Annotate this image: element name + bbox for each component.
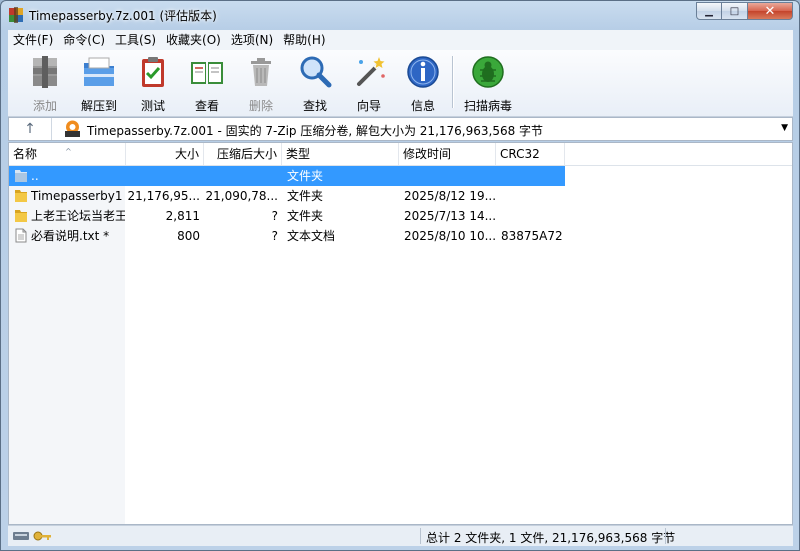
find-label: 查找 [302, 99, 327, 113]
toolbar-separator [452, 56, 454, 108]
add-button[interactable]: 添加 [18, 54, 72, 113]
add-label: 添加 [32, 99, 57, 113]
file-type: 文本文档 [287, 229, 336, 243]
list-item[interactable]: .. 文件夹 [9, 166, 565, 186]
text-file-icon [15, 228, 27, 243]
menu-favorites[interactable]: 收藏夹(O) [161, 30, 226, 50]
drive-key-icon[interactable] [12, 529, 52, 543]
view-label: 查看 [194, 99, 219, 113]
extract-folder-icon [84, 57, 114, 86]
file-name: .. [31, 169, 39, 183]
menu-file[interactable]: 文件(F) [8, 30, 58, 50]
file-size: 800 [177, 229, 200, 243]
file-crc32: 83875A72 [501, 229, 563, 243]
menu-commands[interactable]: 命令(C) [58, 30, 110, 50]
list-item[interactable]: 必看说明.txt * 800 ? 文本文档 2025/8/10 10... 83… [9, 226, 565, 246]
folder-icon [15, 190, 27, 202]
view-button[interactable]: 查看 [180, 54, 234, 113]
menu-options[interactable]: 选项(N) [226, 30, 278, 50]
test-clipboard-icon [142, 57, 164, 87]
delete-button[interactable]: 删除 [234, 54, 288, 113]
file-size: 21,176,95... [127, 189, 200, 203]
status-summary: 总计 2 文件夹, 1 文件, 21,176,963,568 字节 [426, 531, 676, 545]
parent-folder-icon [15, 170, 27, 182]
column-packed-size[interactable]: 压缩后大小 [204, 143, 282, 165]
winrar-app-icon[interactable] [8, 7, 24, 23]
delete-label: 删除 [248, 99, 273, 113]
column-size[interactable]: 大小 [126, 143, 204, 165]
file-name: 上老王论坛当老王 [31, 209, 125, 223]
toolbar: 添加 解压到 测试 查看 删除 查找 向导 信息 扫描病毒 [8, 50, 793, 117]
file-modified: 2025/7/13 14... [404, 209, 497, 223]
list-item[interactable]: Timepasserby1 21,176,95... 21,090,78... … [9, 186, 565, 206]
list-item[interactable]: 上老王论坛当老王 2,811 ? 文件夹 2025/7/13 14... [9, 206, 565, 226]
find-button[interactable]: 查找 [288, 54, 342, 113]
file-name: Timepasserby1 [31, 189, 123, 203]
menu-tools[interactable]: 工具(S) [110, 30, 161, 50]
file-size: 2,811 [165, 209, 200, 223]
file-list[interactable]: 名称 ^ 大小 压缩后大小 类型 修改时间 CRC32 .. 文件夹 Timep… [8, 142, 793, 525]
column-modified[interactable]: 修改时间 [399, 143, 496, 165]
magnifier-icon [300, 56, 332, 88]
status-divider [420, 528, 421, 544]
info-icon [407, 56, 439, 88]
file-type: 文件夹 [287, 189, 324, 203]
file-packed-size: ? [271, 229, 278, 243]
magic-wand-icon [357, 57, 385, 86]
column-header: 名称 ^ 大小 压缩后大小 类型 修改时间 CRC32 [9, 143, 792, 166]
virus-scan-button[interactable]: 扫描病毒 [458, 54, 518, 113]
up-one-level-button[interactable]: ↑ [9, 118, 52, 140]
column-name-label: 名称 [13, 147, 38, 161]
maximize-button[interactable]: □ [722, 2, 748, 20]
address-dropdown-icon[interactable]: ▼ [781, 123, 788, 133]
view-book-icon [191, 62, 223, 84]
winrar-window: Timepasserby.7z.001 (评估版本) ▁ □ ✕ 文件(F) 命… [0, 0, 800, 551]
address-bar[interactable]: ↑ Timepasserby.7z.001 - 固实的 7-Zip 压缩分卷, … [8, 117, 793, 141]
file-packed-size: ? [271, 209, 278, 223]
info-button[interactable]: 信息 [396, 54, 450, 113]
column-name[interactable]: 名称 ^ [9, 143, 126, 165]
bug-icon [472, 56, 504, 88]
extract-to-label: 解压到 [80, 99, 117, 113]
close-button[interactable]: ✕ [748, 2, 793, 20]
file-packed-size: 21,090,78... [205, 189, 278, 203]
file-type: 文件夹 [287, 169, 324, 183]
archive-path: Timepasserby.7z.001 - 固实的 7-Zip 压缩分卷, 解包… [87, 124, 544, 138]
test-label: 测试 [140, 99, 165, 113]
wizard-button[interactable]: 向导 [342, 54, 396, 113]
file-modified: 2025/8/12 19... [404, 189, 497, 203]
sort-ascending-icon: ^ [65, 147, 72, 156]
trash-icon [251, 58, 271, 86]
info-label: 信息 [410, 99, 435, 113]
menu-bar: 文件(F) 命令(C) 工具(S) 收藏夹(O) 选项(N) 帮助(H) [8, 30, 793, 50]
window-controls: ▁ □ ✕ [696, 2, 793, 20]
add-archive-icon [33, 56, 57, 88]
minimize-button[interactable]: ▁ [696, 2, 722, 20]
file-type: 文件夹 [287, 209, 324, 223]
column-crc32[interactable]: CRC32 [496, 143, 565, 165]
file-name: 必看说明.txt * [31, 229, 110, 243]
title-bar[interactable]: Timepasserby.7z.001 (评估版本) ▁ □ ✕ [1, 1, 799, 29]
archive-volume-icon [65, 120, 80, 137]
wizard-label: 向导 [356, 99, 381, 113]
test-button[interactable]: 测试 [126, 54, 180, 113]
extract-to-button[interactable]: 解压到 [72, 54, 126, 113]
column-type[interactable]: 类型 [282, 143, 399, 165]
file-modified: 2025/8/10 10... [404, 229, 497, 243]
window-title: Timepasserby.7z.001 (评估版本) [29, 9, 217, 23]
menu-help[interactable]: 帮助(H) [278, 30, 330, 50]
status-divider [665, 528, 666, 544]
folder-icon [15, 210, 27, 222]
status-bar: 总计 2 文件夹, 1 文件, 21,176,963,568 字节 [8, 525, 793, 546]
virus-scan-label: 扫描病毒 [463, 99, 512, 113]
